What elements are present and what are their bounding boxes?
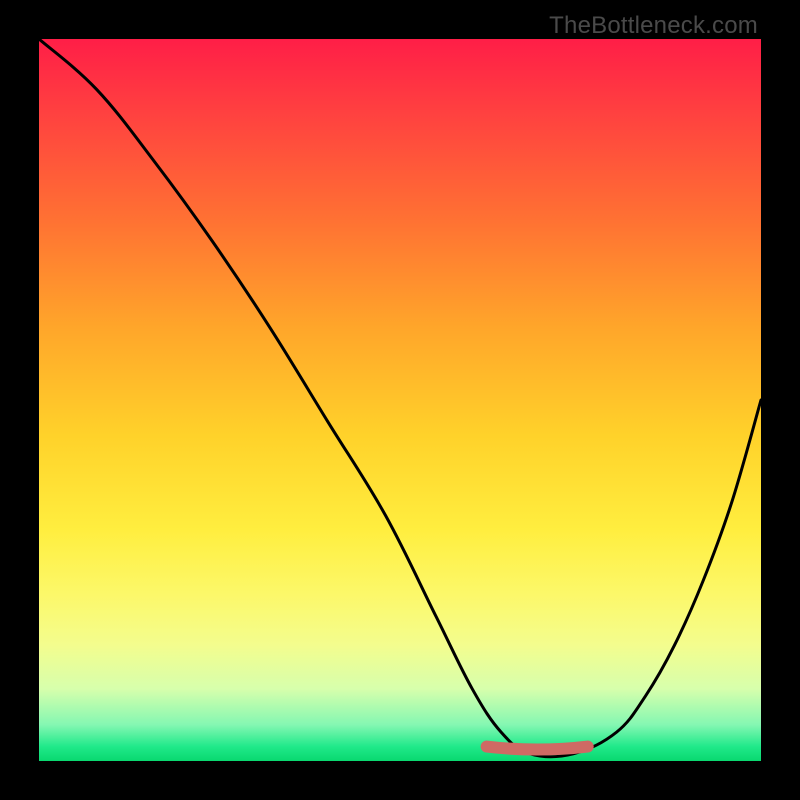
watermark-text: TheBottleneck.com <box>549 12 758 40</box>
chart-svg <box>39 39 761 761</box>
curve-path <box>39 39 761 757</box>
highlight-path <box>487 747 588 750</box>
